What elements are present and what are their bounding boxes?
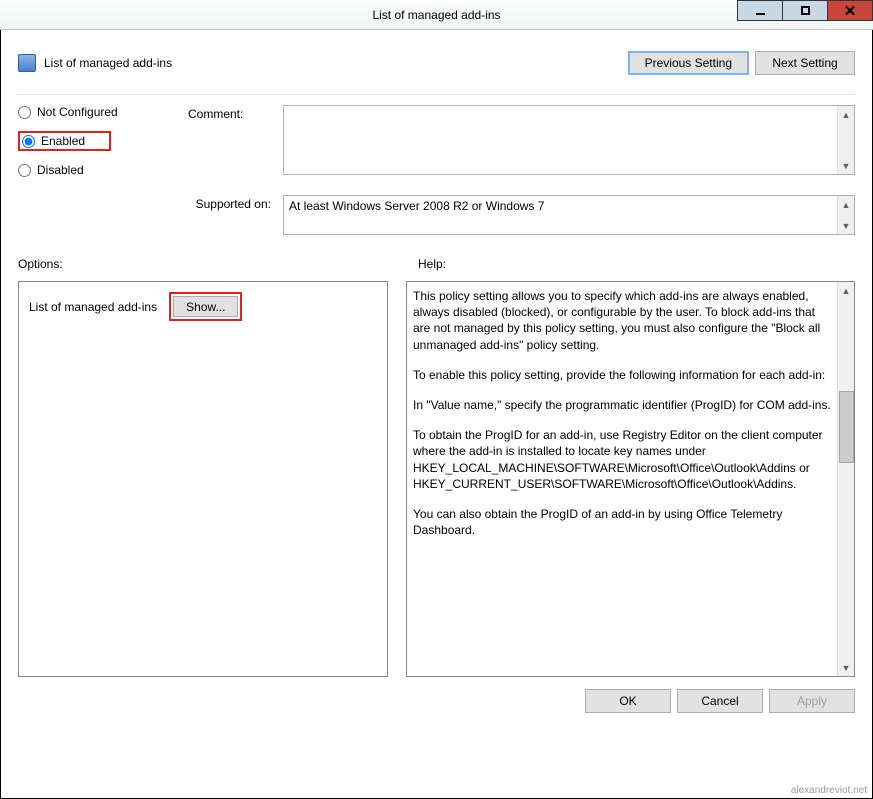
close-button[interactable]: ✕ <box>827 0 873 21</box>
previous-setting-button[interactable]: Previous Setting <box>628 51 749 75</box>
radio-disabled[interactable]: Disabled <box>18 163 188 177</box>
help-scrollbar[interactable]: ▲ ▼ <box>837 282 854 676</box>
cancel-button[interactable]: Cancel <box>677 689 763 713</box>
policy-icon <box>18 54 36 72</box>
radio-enabled-input[interactable] <box>22 135 35 148</box>
comment-scrollbar[interactable]: ▲ ▼ <box>837 106 854 174</box>
divider <box>18 94 855 95</box>
supported-on-label: Supported on: <box>18 195 283 235</box>
radio-enabled-label: Enabled <box>41 134 85 148</box>
help-paragraph: To obtain the ProgID for an add-in, use … <box>413 427 832 492</box>
help-paragraph: This policy setting allows you to specif… <box>413 288 832 353</box>
titlebar: List of managed add-ins ✕ <box>0 0 873 30</box>
radio-enabled[interactable]: Enabled <box>22 134 85 148</box>
supported-on-textbox: At least Windows Server 2008 R2 or Windo… <box>283 195 855 235</box>
scroll-down-icon[interactable]: ▼ <box>838 659 854 676</box>
scroll-down-icon[interactable]: ▼ <box>838 157 854 174</box>
supported-scrollbar[interactable]: ▲ ▼ <box>837 196 854 234</box>
window-controls: ✕ <box>738 0 873 21</box>
maximize-button[interactable] <box>782 0 828 21</box>
help-heading: Help: <box>418 257 446 271</box>
show-button[interactable]: Show... <box>173 296 238 317</box>
radio-not-configured[interactable]: Not Configured <box>18 105 188 119</box>
watermark: alexandreviot.net <box>791 785 867 796</box>
comment-textbox[interactable]: ▲ ▼ <box>283 105 855 175</box>
options-item-label: List of managed add-ins <box>29 300 157 314</box>
highlight-show: Show... <box>169 292 242 321</box>
help-paragraph: In "Value name," specify the programmati… <box>413 397 832 413</box>
apply-button[interactable]: Apply <box>769 689 855 713</box>
comment-value <box>284 106 854 112</box>
scroll-thumb[interactable] <box>839 391 854 463</box>
options-pane: List of managed add-ins Show... <box>18 281 388 677</box>
policy-title: List of managed add-ins <box>44 56 172 70</box>
help-paragraph: You can also obtain the ProgID of an add… <box>413 506 832 538</box>
radio-not-configured-input[interactable] <box>18 106 31 119</box>
ok-button[interactable]: OK <box>585 689 671 713</box>
scroll-down-icon[interactable]: ▼ <box>838 217 854 234</box>
help-text: This policy setting allows you to specif… <box>413 288 832 670</box>
next-setting-button[interactable]: Next Setting <box>755 51 855 75</box>
help-pane: This policy setting allows you to specif… <box>406 281 855 677</box>
help-paragraph: To enable this policy setting, provide t… <box>413 367 832 383</box>
scroll-up-icon[interactable]: ▲ <box>838 106 854 123</box>
radio-disabled-label: Disabled <box>37 163 84 177</box>
highlight-enabled: Enabled <box>18 131 111 151</box>
radio-not-configured-label: Not Configured <box>37 105 118 119</box>
scroll-up-icon[interactable]: ▲ <box>838 282 854 299</box>
minimize-button[interactable] <box>737 0 783 21</box>
supported-on-value: At least Windows Server 2008 R2 or Windo… <box>284 196 854 216</box>
radio-disabled-input[interactable] <box>18 164 31 177</box>
scroll-up-icon[interactable]: ▲ <box>838 196 854 213</box>
options-heading: Options: <box>18 257 418 271</box>
comment-label: Comment: <box>188 107 243 121</box>
